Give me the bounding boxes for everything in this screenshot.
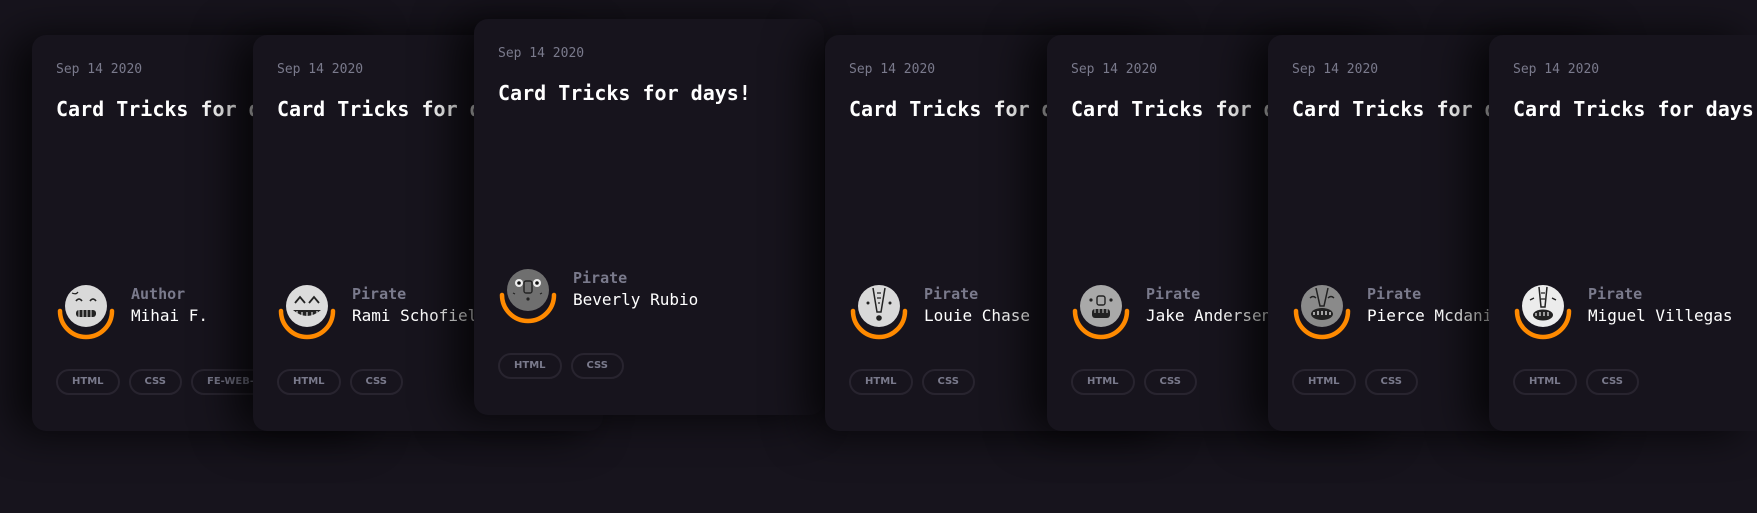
card-author: Pirate Beverly Rubio xyxy=(498,265,824,335)
author-role: Pirate xyxy=(352,285,407,303)
author-name[interactable]: Miguel Villegas xyxy=(1588,306,1733,325)
author-avatar[interactable] xyxy=(849,281,909,341)
tag-css[interactable]: CSS xyxy=(1364,369,1418,395)
tag-css[interactable]: CSS xyxy=(128,369,182,395)
tag-html[interactable]: HTML xyxy=(56,369,120,395)
tag-html[interactable]: HTML xyxy=(498,353,562,379)
tag-list: HTML CSS xyxy=(1513,369,1648,395)
author-role: Pirate xyxy=(1588,285,1643,303)
card[interactable]: Sep 14 2020 Card Tricks for days! Pirate… xyxy=(1489,35,1757,431)
author-avatar[interactable] xyxy=(1513,281,1573,341)
card-date: Sep 14 2020 xyxy=(849,62,936,77)
tag-css[interactable]: CSS xyxy=(921,369,975,395)
cartoon-face-icon xyxy=(1514,285,1572,340)
cartoon-face-icon xyxy=(850,285,908,340)
author-avatar[interactable] xyxy=(56,281,116,341)
cartoon-face-icon xyxy=(57,285,115,340)
cartoon-face-icon xyxy=(1072,285,1130,340)
cartoon-face-icon xyxy=(499,269,557,324)
card-title[interactable]: Card Tricks for days! xyxy=(1513,97,1757,121)
author-role: Pirate xyxy=(1146,285,1201,303)
author-role: Author xyxy=(131,285,186,303)
card-list: Sep 14 2020 Card Tricks for days! Author… xyxy=(0,0,1757,513)
tag-html[interactable]: HTML xyxy=(277,369,341,395)
author-avatar[interactable] xyxy=(1071,281,1131,341)
card-author: Pirate Miguel Villegas xyxy=(1513,281,1757,351)
tag-html[interactable]: HTML xyxy=(1513,369,1577,395)
tag-list: HTML CSS xyxy=(849,369,984,395)
author-name[interactable]: Louie Chase xyxy=(924,306,1030,325)
author-avatar[interactable] xyxy=(498,265,558,325)
card[interactable]: Sep 14 2020 Card Tricks for days! Pirate… xyxy=(474,19,824,415)
tag-css[interactable]: CSS xyxy=(1585,369,1639,395)
author-name[interactable]: Beverly Rubio xyxy=(573,290,698,309)
author-role: Pirate xyxy=(924,285,979,303)
tag-list: HTML CSS xyxy=(498,353,633,379)
author-role: Pirate xyxy=(573,269,628,287)
tag-css[interactable]: CSS xyxy=(570,353,624,379)
card-date: Sep 14 2020 xyxy=(56,62,143,77)
author-name[interactable]: Rami Schofield xyxy=(352,306,487,325)
tag-list: HTML CSS xyxy=(1292,369,1427,395)
tag-html[interactable]: HTML xyxy=(1292,369,1356,395)
card-date: Sep 14 2020 xyxy=(1513,62,1600,77)
tag-list: HTML CSS xyxy=(1071,369,1206,395)
card-date: Sep 14 2020 xyxy=(1292,62,1379,77)
card-date: Sep 14 2020 xyxy=(498,46,585,61)
tag-html[interactable]: HTML xyxy=(849,369,913,395)
tag-html[interactable]: HTML xyxy=(1071,369,1135,395)
tag-css[interactable]: CSS xyxy=(349,369,403,395)
card-date: Sep 14 2020 xyxy=(277,62,364,77)
author-name[interactable]: Jake Andersen xyxy=(1146,306,1271,325)
tag-css[interactable]: CSS xyxy=(1143,369,1197,395)
cartoon-face-icon xyxy=(1293,285,1351,340)
card-date: Sep 14 2020 xyxy=(1071,62,1158,77)
author-name[interactable]: Mihai F. xyxy=(131,306,208,325)
cartoon-face-icon xyxy=(278,285,336,340)
author-role: Pirate xyxy=(1367,285,1422,303)
author-avatar[interactable] xyxy=(277,281,337,341)
author-avatar[interactable] xyxy=(1292,281,1352,341)
tag-list: HTML CSS xyxy=(277,369,412,395)
card-title[interactable]: Card Tricks for days! xyxy=(498,81,751,105)
